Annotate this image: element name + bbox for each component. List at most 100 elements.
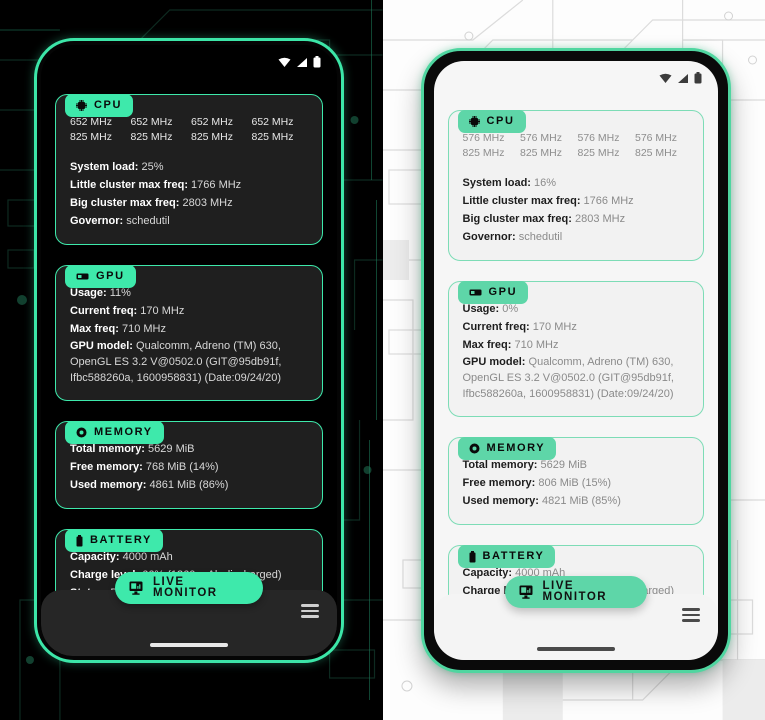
info-row: Used memory: 4821 MiB (85%): [463, 492, 689, 510]
badge-label: MEMORY: [486, 442, 546, 454]
info-value: schedutil: [518, 231, 563, 243]
info-key: Free memory:: [70, 461, 143, 473]
cpu-core: 576 MHz 825 MHz: [520, 131, 574, 161]
info-key: Used memory:: [462, 495, 539, 507]
info-key: Max freq:: [70, 323, 119, 335]
cpu-core: 652 MHz 825 MHz: [131, 115, 188, 145]
live-monitor-button-light[interactable]: LIVE MONITOR: [504, 576, 647, 608]
battery-icon: [694, 72, 702, 84]
cpu-core-current-freq: 652 MHz: [191, 116, 234, 128]
badge-gpu-dark: GPU: [65, 265, 136, 288]
info-value: 0%: [502, 303, 519, 315]
info-value: 11%: [109, 287, 131, 299]
cpu-core: 576 MHz 825 MHz: [635, 131, 689, 161]
phone-dark: CPU 652 MHz 825 MHz 652 MHz 825 MHz 652 …: [34, 38, 344, 663]
cpu-core-max-freq: 825 MHz: [577, 147, 620, 159]
info-row: System load: 16%: [463, 174, 689, 192]
live-monitor-button-dark[interactable]: LIVE MONITOR: [115, 572, 263, 604]
info-key: Current freq:: [70, 305, 138, 317]
signal-icon: [296, 57, 308, 68]
badge-label: GPU: [96, 270, 125, 282]
home-indicator: [150, 643, 228, 647]
hamburger-menu-icon[interactable]: [681, 608, 700, 622]
badge-label: BATTERY: [482, 550, 545, 562]
signal-icon: [677, 73, 689, 84]
info-value: 2803 MHz: [182, 197, 233, 209]
cpu-core-max-freq: 825 MHz: [462, 147, 505, 159]
info-value: 710 MHz: [121, 323, 166, 335]
battery-icon: [313, 56, 321, 68]
info-row: Current freq: 170 MHz: [463, 318, 689, 336]
card-cpu-light: CPU 576 MHz 825 MHz 576 MHz 825 MHz 576 …: [447, 110, 704, 261]
badge-label: MEMORY: [94, 426, 153, 438]
info-key: Total memory:: [70, 443, 145, 455]
info-row: Governor: schedutil: [70, 212, 308, 230]
cpu-core-max-freq: 825 MHz: [70, 131, 113, 143]
card-gpu-dark: GPU Usage: 11% Current freq: 170 MHz Max…: [55, 265, 323, 401]
info-key: Total memory:: [462, 459, 538, 471]
gpu-card-icon: [469, 288, 482, 297]
info-key: Usage:: [70, 287, 107, 299]
badge-label: BATTERY: [90, 534, 152, 546]
info-value: 2803 MHz: [574, 213, 626, 225]
badge-memory-light: MEMORY: [457, 437, 557, 460]
monitor-icon: [519, 585, 534, 599]
monitor-icon: [129, 581, 144, 595]
badge-battery-light: BATTERY: [457, 545, 556, 568]
info-row: Max freq: 710 MHz: [70, 320, 308, 338]
content-dark: CPU 652 MHz 825 MHz 652 MHz 825 MHz 652 …: [41, 79, 337, 656]
cpu-core-grid-dark: 652 MHz 825 MHz 652 MHz 825 MHz 652 MHz …: [70, 113, 308, 145]
hamburger-menu-icon[interactable]: [301, 604, 319, 618]
cpu-core-current-freq: 576 MHz: [520, 132, 563, 144]
info-row: Free memory: 768 MiB (14%): [70, 458, 308, 476]
badge-cpu-dark: CPU: [65, 94, 134, 117]
cpu-core-grid-light: 576 MHz 825 MHz 576 MHz 825 MHz 576 MHz …: [463, 129, 689, 161]
info-value: 806 MiB (15%): [538, 477, 612, 489]
cpu-core: 652 MHz 825 MHz: [252, 115, 309, 145]
info-key: Capacity:: [70, 551, 120, 563]
badge-label: CPU: [94, 99, 123, 111]
card-memory-dark: MEMORY Total memory: 5629 MiB Free memor…: [55, 421, 323, 509]
info-key: Big cluster max freq:: [70, 197, 180, 209]
info-row: Used memory: 4861 MiB (86%): [70, 476, 308, 494]
cpu-core-max-freq: 825 MHz: [520, 147, 563, 159]
cpu-core-current-freq: 652 MHz: [251, 116, 294, 128]
info-value: 4861 MiB (86%): [149, 479, 229, 491]
info-row: Little cluster max freq: 1766 MHz: [70, 176, 308, 194]
info-key: System load:: [462, 177, 531, 189]
info-value: 170 MHz: [532, 321, 577, 333]
info-row: Governor: schedutil: [463, 228, 689, 246]
info-value: 710 MHz: [514, 339, 559, 351]
info-key: Current freq:: [462, 321, 530, 333]
cpu-core-max-freq: 825 MHz: [251, 131, 294, 143]
card-cpu-dark: CPU 652 MHz 825 MHz 652 MHz 825 MHz 652 …: [55, 94, 323, 245]
info-row-gpu-model: GPU model: Qualcomm, Adreno (TM) 630, Op…: [463, 354, 689, 402]
info-value: 170 MHz: [140, 305, 185, 317]
info-value: 1766 MHz: [191, 179, 242, 191]
battery-icon: [76, 534, 83, 547]
cpu-core-max-freq: 825 MHz: [130, 131, 173, 143]
badge-gpu-light: GPU: [457, 281, 529, 304]
cpu-core-current-freq: 652 MHz: [70, 116, 113, 128]
info-key: Free memory:: [462, 477, 536, 489]
info-key: Usage:: [462, 303, 500, 315]
badge-cpu-light: CPU: [457, 110, 526, 133]
status-bar-light: [434, 61, 718, 95]
live-monitor-label: LIVE MONITOR: [542, 579, 608, 603]
info-key: Capacity:: [462, 567, 513, 579]
info-key: Big cluster max freq:: [462, 213, 572, 225]
cpu-core-current-freq: 576 MHz: [462, 132, 505, 144]
cpu-core: 652 MHz 825 MHz: [191, 115, 248, 145]
card-memory-light: MEMORY Total memory: 5629 MiB Free memor…: [447, 437, 704, 525]
info-row-gpu-model: GPU model: Qualcomm, Adreno (TM) 630, Op…: [70, 338, 308, 386]
info-value: 5629 MiB: [540, 459, 588, 471]
info-value: schedutil: [126, 215, 170, 227]
cpu-core-max-freq: 825 MHz: [635, 147, 678, 159]
cpu-core-current-freq: 576 MHz: [635, 132, 678, 144]
info-value: 25%: [141, 161, 164, 173]
cpu-core: 652 MHz 825 MHz: [70, 115, 127, 145]
wifi-icon: [278, 57, 291, 68]
cpu-core: 576 MHz 825 MHz: [578, 131, 632, 161]
info-key: Governor:: [70, 215, 124, 227]
info-value: 4000 mAh: [122, 551, 173, 563]
